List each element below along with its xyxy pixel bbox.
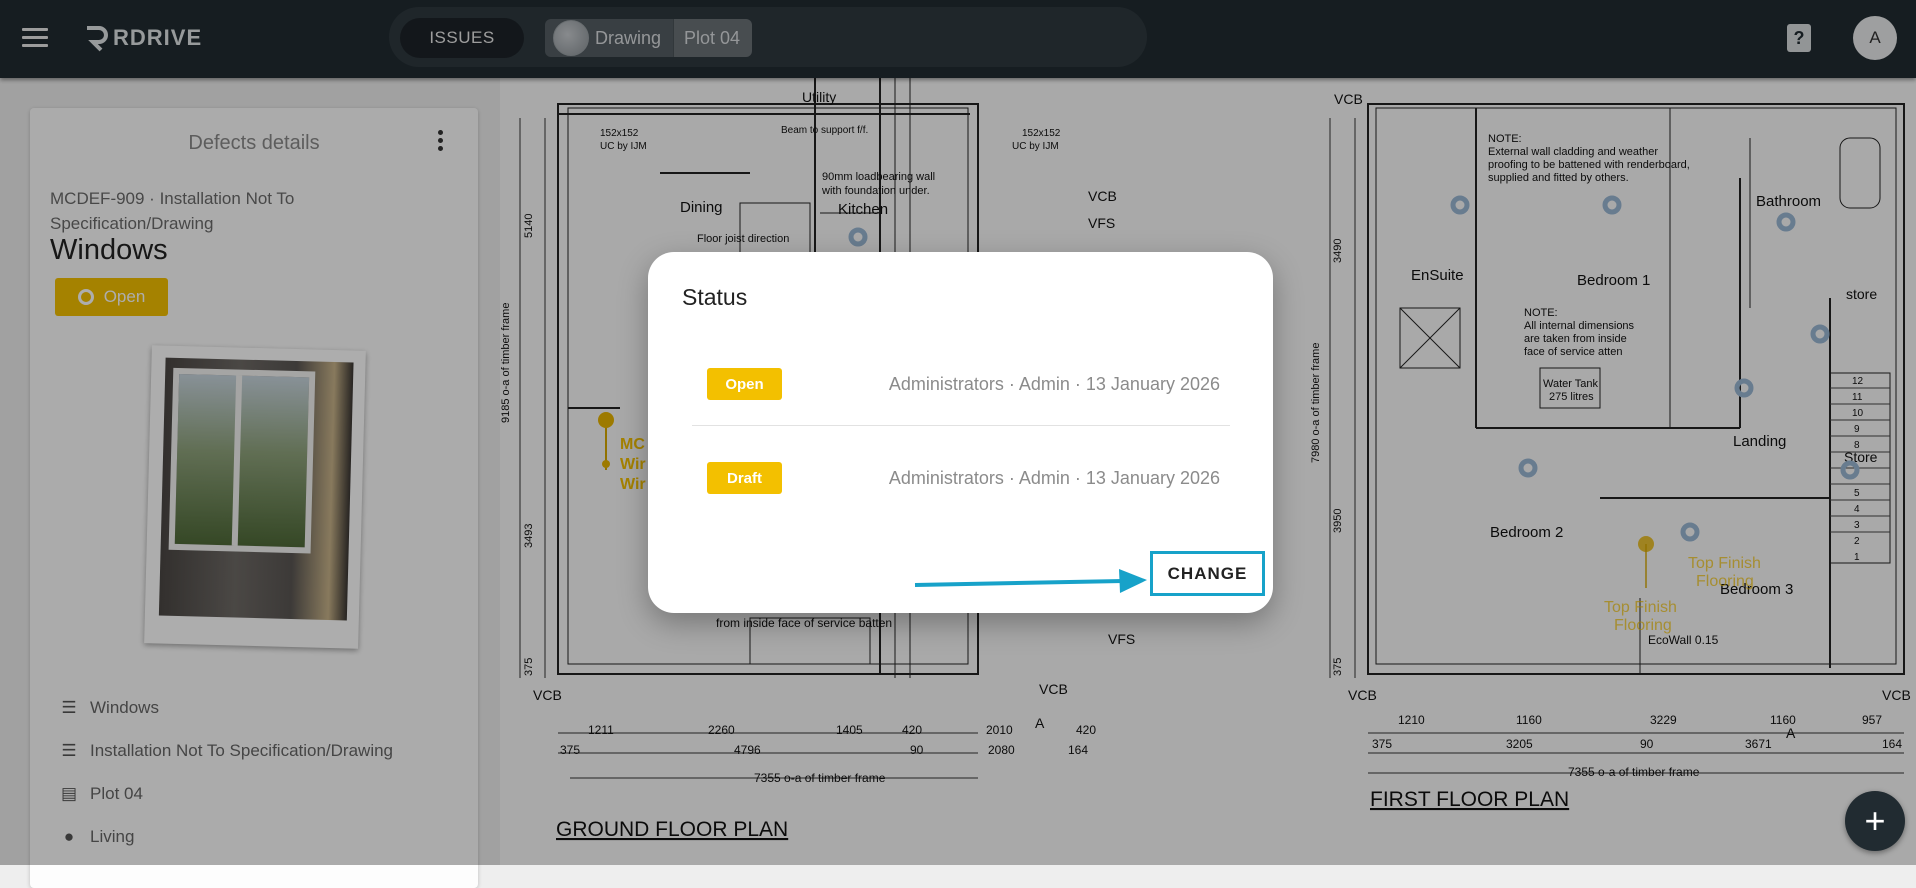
divider [692,425,1230,426]
status-badge-draft: Draft [707,462,782,494]
status-badge-open: Open [707,368,782,400]
dialog-title: Status [682,284,748,310]
add-fab-button[interactable]: + [1845,791,1905,851]
annotation-arrow-icon [914,569,1147,593]
change-status-button[interactable]: CHANGE [1150,551,1265,596]
status-history-meta: Administrators · Admin · 13 January 2026 [888,468,1220,488]
status-history-row: Draft Administrators · Admin · 13 Januar… [692,456,1244,496]
status-history-row: Open Administrators · Admin · 13 January… [692,362,1244,402]
status-dialog: Status Open Administrators · Admin · 13 … [648,252,1273,613]
status-history-meta: Administrators · Admin · 13 January 2026 [888,374,1220,394]
